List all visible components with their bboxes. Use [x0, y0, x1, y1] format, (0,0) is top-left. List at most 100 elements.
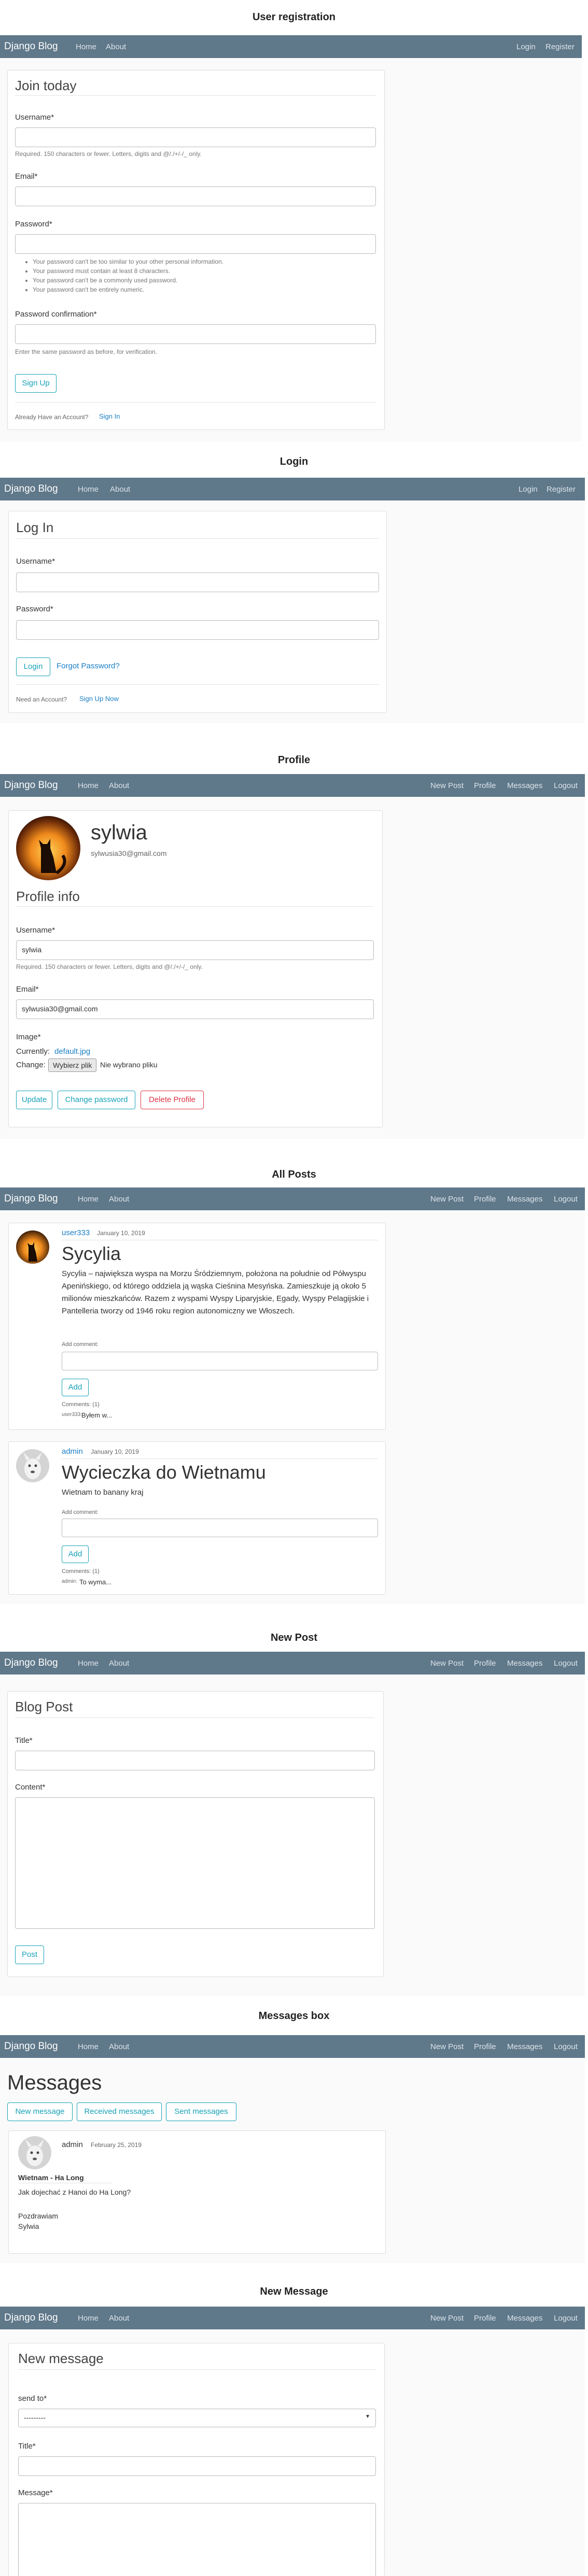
nav-home-link[interactable]: Home	[76, 42, 96, 51]
brand-link[interactable]: Django Blog	[4, 2312, 58, 2324]
title-input[interactable]	[18, 2456, 376, 2476]
nav-home-link[interactable]: Home	[78, 2314, 99, 2323]
nav-register-link[interactable]: Register	[545, 42, 575, 51]
post-title[interactable]: Sycylia	[62, 1243, 121, 1265]
nav-new-post-link[interactable]: New Post	[430, 2042, 464, 2051]
post-title[interactable]: Wycieczka do Wietnamu	[62, 1462, 266, 1483]
update-button[interactable]: Update	[16, 1091, 52, 1109]
current-image-link[interactable]: default.jpg	[54, 1047, 90, 1056]
nav-profile-link[interactable]: Profile	[474, 2314, 496, 2323]
login-legend: Log In	[16, 520, 54, 535]
nav-login-link[interactable]: Login	[516, 42, 536, 51]
nav-profile-link[interactable]: Profile	[474, 1195, 496, 1204]
password-input[interactable]	[15, 234, 376, 254]
password-label: Password*	[16, 605, 53, 613]
content-textarea[interactable]	[15, 1797, 375, 1929]
nav-home-link[interactable]: Home	[78, 485, 99, 494]
title-label: Title*	[18, 2442, 36, 2451]
nav-new-post-link[interactable]: New Post	[430, 1659, 464, 1668]
received-messages-button[interactable]: Received messages	[77, 2102, 162, 2121]
new-post-card: Blog Post Title* Content* Post	[7, 1691, 384, 1977]
nav-logout-link[interactable]: Logout	[554, 781, 578, 790]
nav-profile-link[interactable]: Profile	[474, 2042, 496, 2051]
confirm-input[interactable]	[15, 324, 376, 344]
file-status: Nie wybrano pliku	[100, 1061, 158, 1069]
nav-about-link[interactable]: About	[109, 2314, 129, 2323]
add-comment-button[interactable]: Add	[62, 1545, 89, 1563]
comment-textarea[interactable]	[62, 1519, 378, 1537]
brand-link[interactable]: Django Blog	[4, 2041, 58, 2052]
post-button[interactable]: Post	[15, 1945, 44, 1964]
title-input[interactable]	[15, 1751, 375, 1770]
choose-file-button[interactable]: Wybierz plik	[48, 1058, 97, 1072]
nav-new-post-link[interactable]: New Post	[430, 1195, 464, 1204]
username-input[interactable]	[16, 573, 379, 592]
navbar: Django Blog Home About New Post Profile …	[0, 1652, 585, 1675]
username-hint: Required. 150 characters or fewer. Lette…	[15, 150, 202, 158]
author-avatar	[16, 1449, 49, 1482]
sent-messages-button[interactable]: Sent messages	[166, 2102, 236, 2121]
nav-home-link[interactable]: Home	[78, 1195, 99, 1204]
nav-messages-link[interactable]: Messages	[507, 2042, 542, 2051]
password-hint: Your password must contain at least 8 ch…	[33, 266, 223, 276]
username-input[interactable]: sylwia	[16, 940, 374, 960]
nav-logout-link[interactable]: Logout	[554, 1195, 578, 1204]
nav-about-link[interactable]: About	[106, 42, 126, 51]
sign-up-button[interactable]: Sign Up	[15, 374, 57, 393]
forgot-password-link[interactable]: Forgot Password?	[57, 662, 120, 670]
nav-new-post-link[interactable]: New Post	[430, 2314, 464, 2323]
new-message-button[interactable]: New message	[7, 2102, 73, 2121]
nav-messages-link[interactable]: Messages	[507, 1195, 542, 1204]
password-hints: Your password can't be too similar to yo…	[23, 257, 223, 294]
nav-login-link[interactable]: Login	[519, 485, 538, 494]
sign-in-link[interactable]: Sign In	[99, 412, 120, 420]
username-input[interactable]	[15, 127, 376, 147]
nav-logout-link[interactable]: Logout	[554, 1659, 578, 1668]
comment-textarea[interactable]	[62, 1352, 378, 1370]
brand-link[interactable]: Django Blog	[4, 1193, 58, 1205]
nav-messages-link[interactable]: Messages	[507, 781, 542, 790]
brand-link[interactable]: Django Blog	[4, 780, 58, 791]
brand-link[interactable]: Django Blog	[4, 1657, 58, 1669]
message-textarea[interactable]	[18, 2503, 376, 2576]
section-title-registration: User registration	[252, 11, 336, 23]
nav-register-link[interactable]: Register	[547, 485, 576, 494]
nav-home-link[interactable]: Home	[78, 1659, 99, 1668]
brand-link[interactable]: Django Blog	[4, 483, 58, 495]
registration-card: Join today Username* Required. 150 chara…	[7, 70, 385, 430]
login-button[interactable]: Login	[16, 657, 50, 676]
email-input[interactable]: sylwusia30@gmail.com	[16, 999, 374, 1019]
delete-profile-button[interactable]: Delete Profile	[141, 1091, 204, 1109]
section-title-login: Login	[279, 456, 309, 467]
nav-logout-link[interactable]: Logout	[554, 2314, 578, 2323]
nav-new-post-link[interactable]: New Post	[430, 781, 464, 790]
post-author-link[interactable]: admin	[62, 1447, 83, 1456]
send-to-select[interactable]: --------- ▼	[18, 2409, 376, 2427]
nav-profile-link[interactable]: Profile	[474, 781, 496, 790]
message-sender: admin	[62, 2140, 83, 2149]
nav-messages-link[interactable]: Messages	[507, 1659, 542, 1668]
nav-about-link[interactable]: About	[109, 781, 129, 790]
nav-about-link[interactable]: About	[110, 485, 130, 494]
sign-up-now-link[interactable]: Sign Up Now	[79, 695, 119, 703]
profile-legend: Profile info	[16, 889, 80, 904]
nav-about-link[interactable]: About	[109, 2042, 129, 2051]
email-input[interactable]	[15, 187, 376, 206]
nav-about-link[interactable]: About	[109, 1195, 129, 1204]
add-comment-button[interactable]: Add	[62, 1379, 89, 1396]
send-to-label: send to*	[18, 2394, 47, 2403]
nav-home-link[interactable]: Home	[78, 781, 99, 790]
section-title-profile: Profile	[277, 754, 311, 766]
navbar: Django Blog Home About New Post Profile …	[0, 774, 585, 797]
nav-profile-link[interactable]: Profile	[474, 1659, 496, 1668]
post-author-link[interactable]: user333	[62, 1228, 90, 1237]
password-hint: Your password can't be a commonly used p…	[33, 276, 223, 285]
nav-logout-link[interactable]: Logout	[554, 2042, 578, 2051]
nav-messages-link[interactable]: Messages	[507, 2314, 542, 2323]
password-input[interactable]	[16, 620, 379, 640]
nav-home-link[interactable]: Home	[78, 2042, 99, 2051]
brand-link[interactable]: Django Blog	[4, 41, 58, 52]
nav-about-link[interactable]: About	[109, 1659, 129, 1668]
change-password-button[interactable]: Change password	[58, 1091, 135, 1109]
message-date: February 25, 2019	[91, 2141, 142, 2149]
